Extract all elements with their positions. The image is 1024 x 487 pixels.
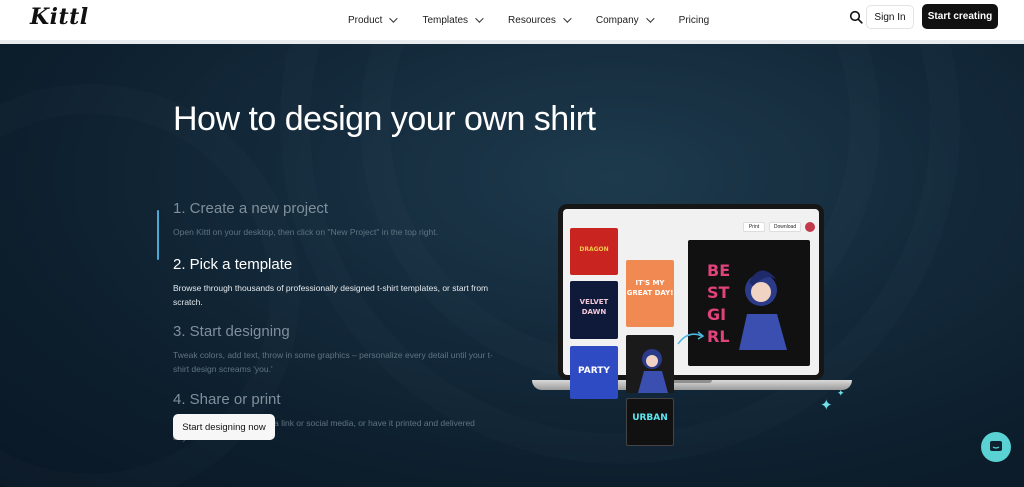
svg-text:RL: RL: [707, 327, 730, 346]
download-label: Download: [773, 224, 797, 230]
nav-item-label: Templates: [422, 14, 469, 26]
main-menu: Product Templates Resources Company Pric…: [348, 0, 736, 40]
avatar: [805, 222, 815, 232]
active-step-indicator: [157, 210, 159, 260]
step-title: 1. Create a new project: [173, 200, 329, 217]
print-label: Print: [748, 224, 760, 230]
thumb-text: DRAGON: [579, 246, 609, 253]
nav-item-resources[interactable]: Resources: [508, 14, 572, 26]
template-thumb-anime[interactable]: [626, 335, 674, 393]
sparkle-icon: ✦: [820, 397, 833, 414]
step-3[interactable]: 3. Start designing Tweak colors, add tex…: [173, 323, 503, 376]
chat-support-button[interactable]: [981, 432, 1011, 462]
nav-item-templates[interactable]: Templates: [422, 14, 484, 26]
nav-item-product[interactable]: Product: [348, 14, 399, 26]
chevron-down-icon: [475, 14, 484, 23]
svg-text:GI: GI: [707, 305, 726, 324]
nav-item-label: Pricing: [678, 14, 710, 26]
template-thumb-velvet[interactable]: VELVET DAWN: [570, 281, 618, 339]
chevron-down-icon: [563, 14, 572, 23]
start-designing-button[interactable]: Start designing now: [173, 414, 275, 440]
svg-text:BE: BE: [707, 261, 730, 280]
anime-girl-artwork: BE ST GI RL: [703, 254, 795, 350]
laptop-notch: [668, 380, 712, 383]
step-description: Browse through thousands of professional…: [173, 283, 489, 307]
chat-icon: [990, 441, 1002, 451]
thumb-text: URBAN: [632, 413, 668, 423]
thumb-text: IT'S MY GREAT DAY!: [626, 279, 674, 297]
step-description: Open Kittl on your desktop, then click o…: [173, 227, 438, 237]
chevron-down-icon: [645, 14, 655, 23]
top-navbar: Kittl Product Templates Resources Compan…: [0, 0, 1024, 40]
search-icon[interactable]: [849, 10, 863, 24]
sign-in-button[interactable]: Sign In: [866, 5, 914, 29]
chevron-down-icon: [389, 14, 399, 23]
nav-item-label: Resources: [508, 14, 556, 26]
step-1[interactable]: 1. Create a new project Open Kittl on yo…: [173, 200, 503, 239]
template-thumb-party[interactable]: PARTY: [570, 346, 618, 399]
download-button: Download: [769, 222, 801, 232]
start-creating-button[interactable]: Start creating: [922, 4, 998, 29]
svg-text:ST: ST: [707, 283, 730, 302]
nav-item-label: Company: [595, 14, 639, 26]
print-button: Print: [743, 222, 765, 232]
step-description: Tweak colors, add text, throw in some gr…: [173, 350, 493, 374]
template-thumb-great-day[interactable]: IT'S MY GREAT DAY!: [626, 260, 674, 327]
template-thumb-dragon[interactable]: DRAGON: [570, 228, 618, 275]
nav-item-label: Product: [348, 14, 383, 26]
anime-thumb-art: [638, 349, 668, 393]
curved-arrow-icon: [677, 331, 705, 345]
step-title: 4. Share or print: [173, 391, 281, 408]
step-2[interactable]: 2. Pick a template Browse through thousa…: [173, 256, 503, 309]
kittl-logo[interactable]: Kittl: [30, 4, 89, 30]
nav-item-pricing[interactable]: Pricing: [679, 15, 710, 26]
nav-item-company[interactable]: Company: [595, 14, 655, 26]
sparkle-icon: ✦: [837, 388, 845, 398]
template-thumb-urban[interactable]: URBAN: [626, 398, 674, 446]
thumb-text: VELVET DAWN: [579, 298, 609, 316]
page-title: How to design your own shirt: [173, 100, 596, 138]
thumb-text: PARTY: [578, 366, 610, 376]
step-title: 2. Pick a template: [173, 256, 293, 273]
step-title: 3. Start designing: [173, 323, 290, 340]
